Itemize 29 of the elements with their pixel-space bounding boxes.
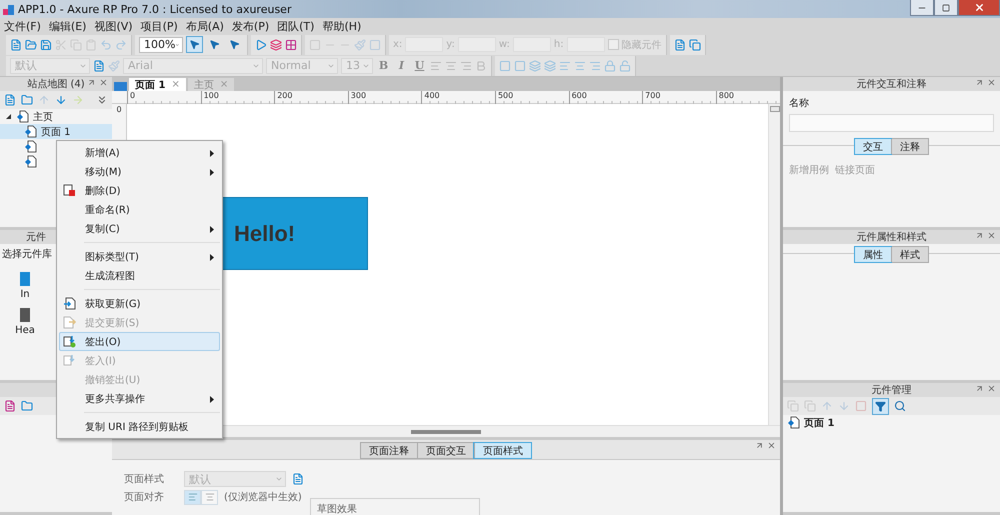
ruler-number: 700	[645, 91, 660, 100]
tab-close: ×	[220, 79, 228, 90]
panel-title: 元件	[26, 231, 46, 244]
page-label: 页面 1	[804, 416, 834, 430]
panel-title: 元件交互和注释	[856, 78, 926, 91]
group-label: 草图效果	[317, 504, 357, 515]
ruler-number: 0	[130, 91, 136, 100]
page-label: 页面 1	[41, 126, 71, 138]
ruler-number: 500	[498, 91, 514, 100]
ruler-number: 600	[572, 91, 587, 100]
ruler-number: 400	[424, 91, 440, 100]
page-label: 主页	[33, 110, 53, 124]
panel-title: 元件属性和样式	[856, 230, 926, 244]
ruler-number: 300	[350, 91, 366, 100]
tab-close: ×	[171, 79, 180, 90]
ruler-number: 0	[116, 105, 122, 114]
hint-text: (仅浏览器中生效)	[224, 490, 302, 504]
widget-label: In	[20, 289, 30, 300]
panel-title: 站点地图 (4)	[27, 78, 85, 91]
form-label: 页面对齐	[124, 490, 165, 504]
widget-label: Hea	[15, 325, 35, 336]
ruler-number: 800	[718, 91, 734, 100]
ruler-number: 100	[204, 91, 219, 100]
field-label: 名称	[788, 97, 810, 110]
window-title: APP1.0 - Axure RP Pro 7.0 : Licensed to axureuser	[18, 2, 292, 16]
form-label: 页面样式	[124, 472, 165, 486]
panel-title: 元件管理	[872, 384, 912, 397]
ruler-number: 200	[277, 91, 292, 100]
library-label: 选择元件库	[1, 248, 53, 262]
